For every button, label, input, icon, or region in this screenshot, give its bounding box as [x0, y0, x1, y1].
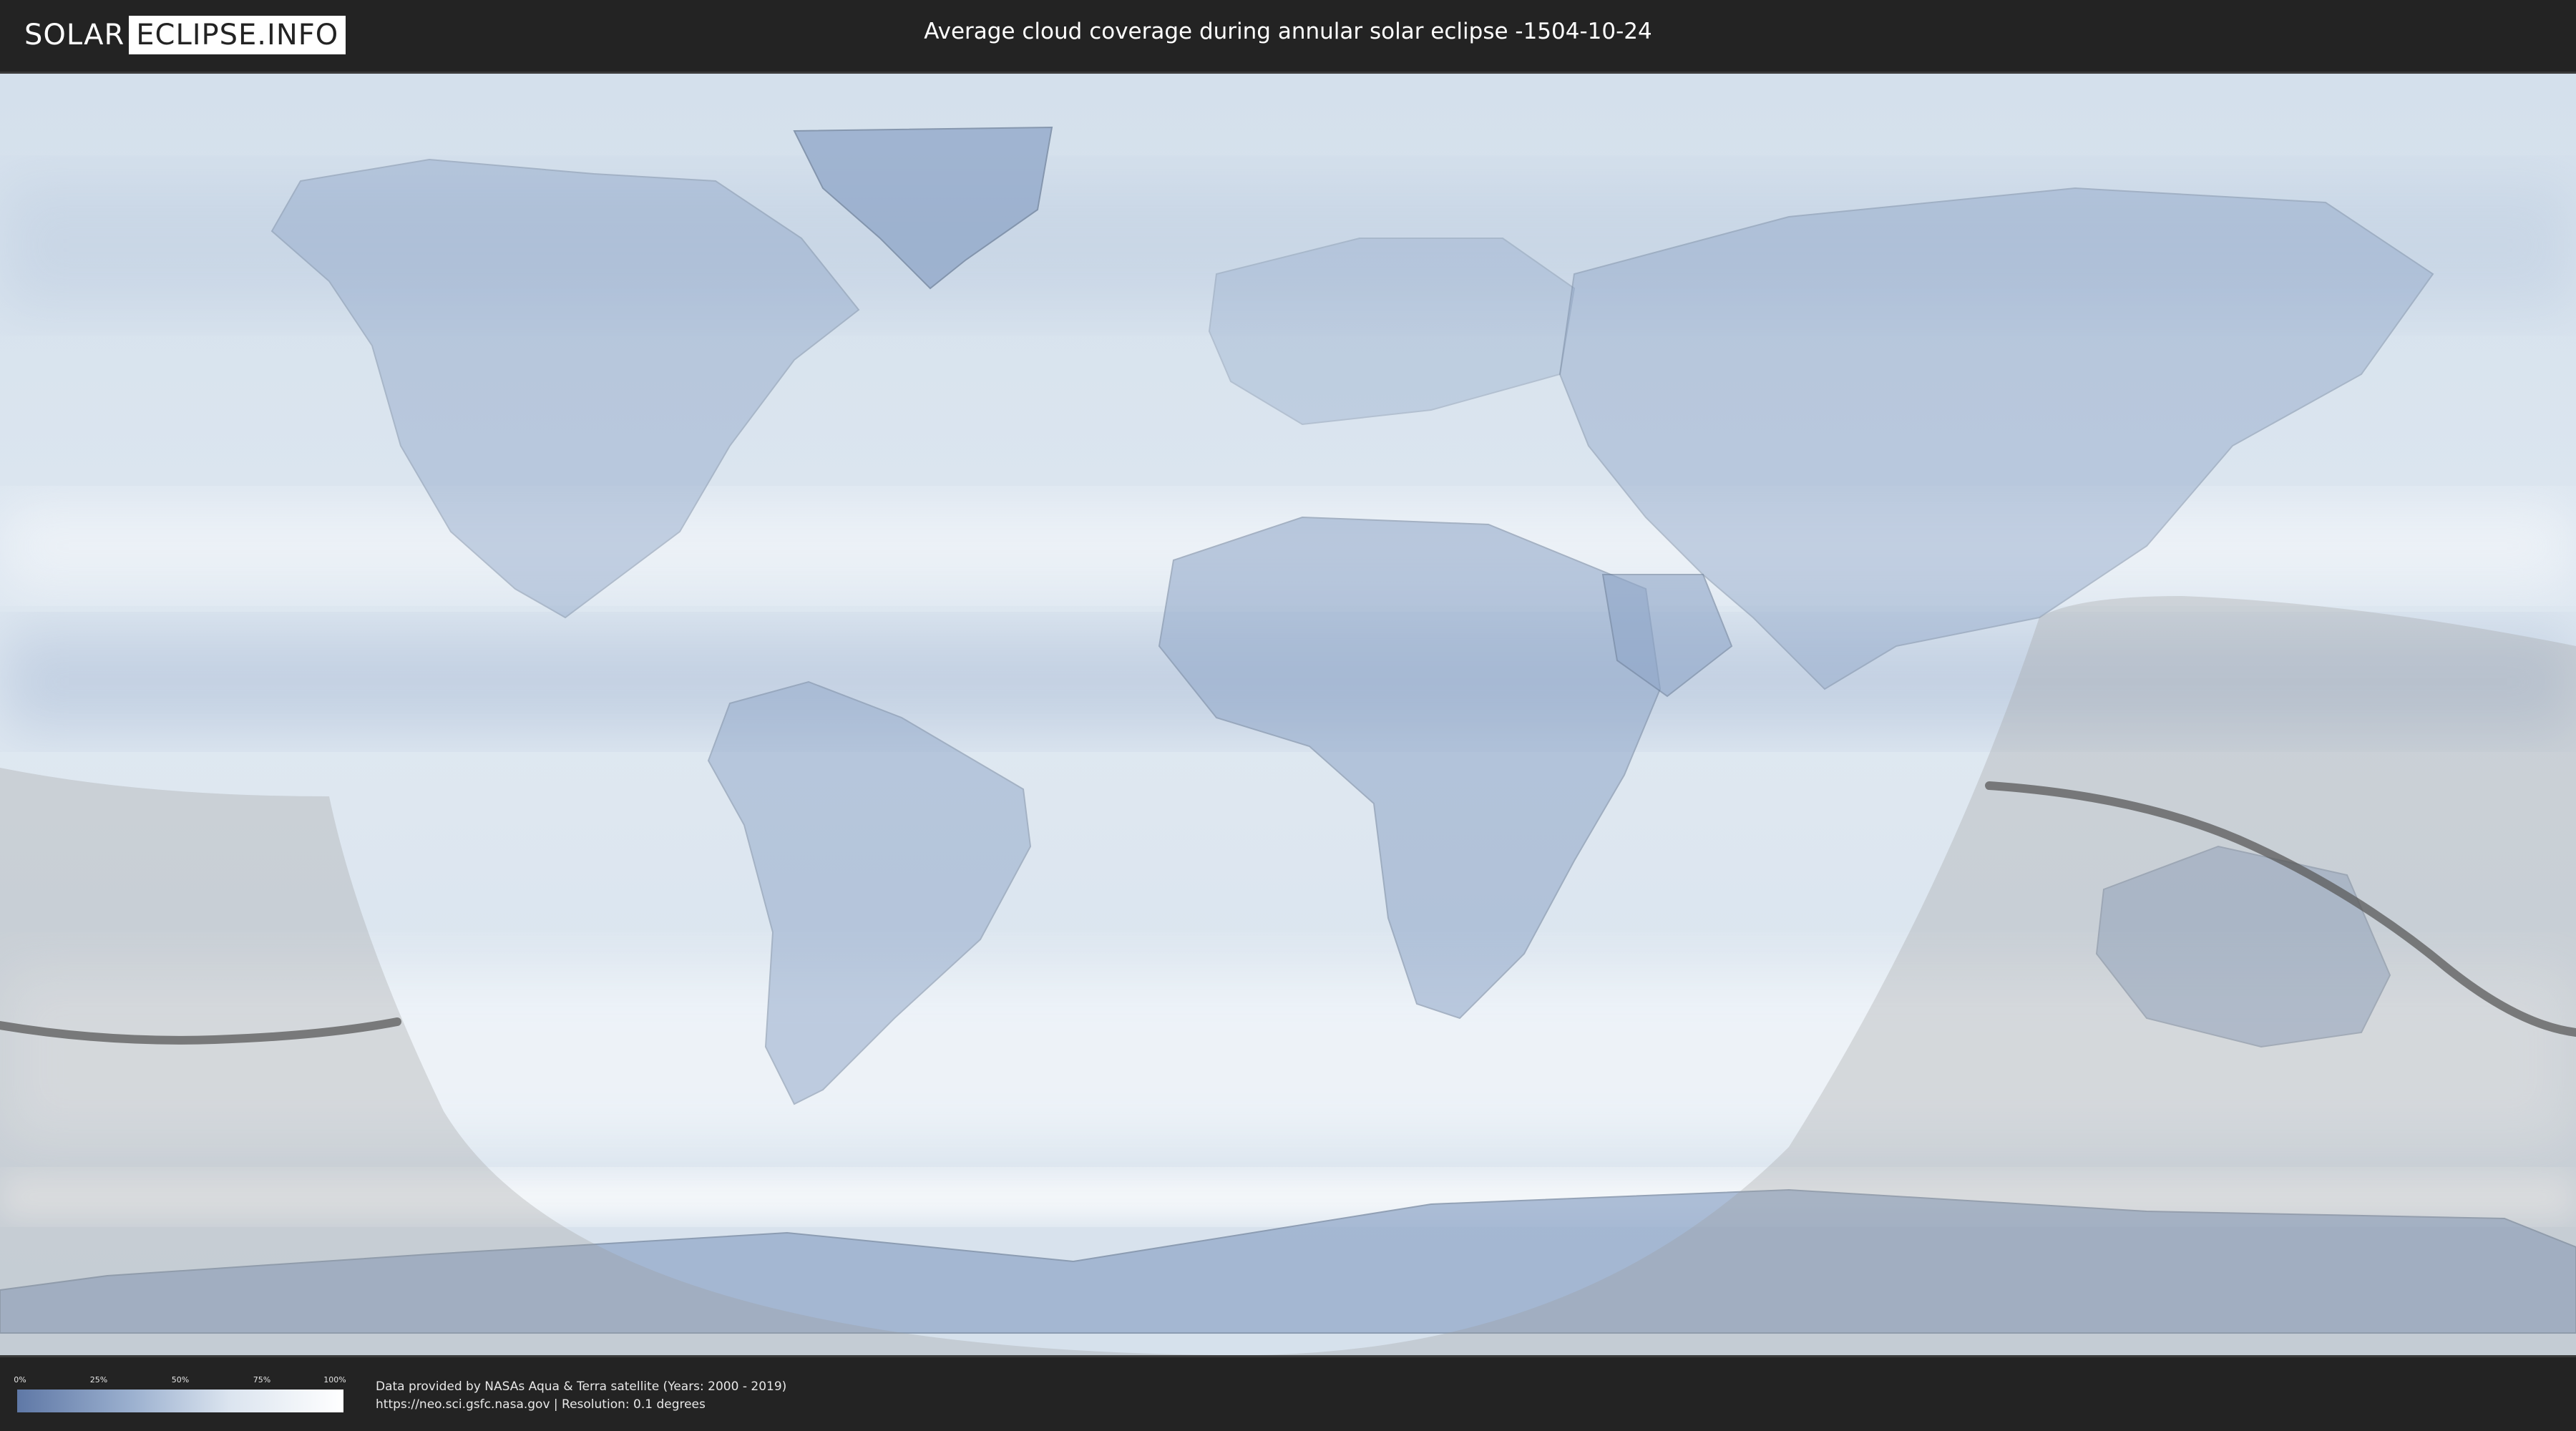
legend-tick-0: 0% [14, 1375, 26, 1384]
legend-tick-labels: 0% 25% 50% 75% 100% [14, 1375, 346, 1385]
data-source-link[interactable]: https://neo.sci.gsfc.nasa.gov | Resoluti… [376, 1397, 706, 1412]
legend-tick-25: 25% [89, 1375, 108, 1384]
legend-tick-100: 100% [323, 1375, 346, 1384]
cloud-coverage-legend-bar [17, 1390, 343, 1412]
footer-bar [0, 1357, 2576, 1431]
cloud-coverage-map [0, 72, 2576, 1357]
legend-tick-75: 75% [253, 1375, 271, 1384]
page-title: Average cloud coverage during annular so… [924, 19, 1652, 44]
header-bar: SOLAR ECLIPSE.INFO Average cloud coverag… [0, 0, 2576, 72]
legend-tick-50: 50% [171, 1375, 190, 1384]
data-credit: Data provided by NASAs Aqua & Terra sate… [376, 1379, 787, 1394]
